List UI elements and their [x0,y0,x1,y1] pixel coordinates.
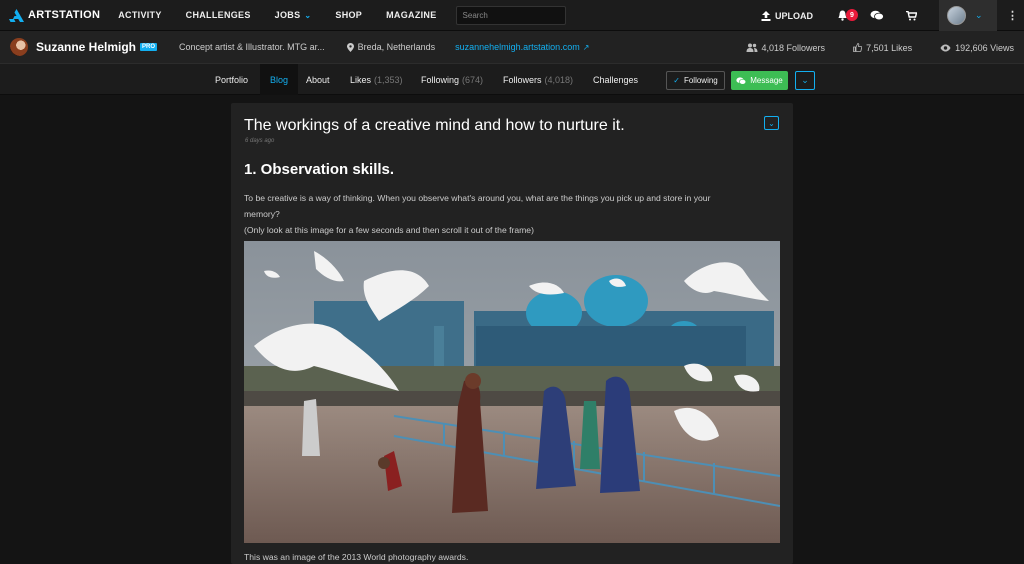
user-menu-button[interactable]: ⌄ [939,0,997,31]
chevron-down-icon: ⌄ [975,10,983,20]
photo-caption: This was an image of the 2013 World phot… [244,552,469,562]
tab-count: (4,018) [544,74,574,85]
nav-jobs[interactable]: JOBS ⌄ [275,10,312,20]
chevron-down-icon: ⌄ [304,10,312,20]
notification-badge: 9 [846,9,858,21]
post-photo[interactable] [244,241,780,543]
upload-button[interactable]: UPLOAD [761,10,813,21]
profile-website-link[interactable]: suzannehelmigh.artstation.com ↗ [455,42,589,52]
likes-count: 7,501 Likes [866,42,913,53]
cart-icon [906,10,917,20]
tab-following[interactable]: Following (674) [421,64,483,95]
search-placeholder: Search [462,10,488,20]
paragraph-line: memory? [244,209,280,219]
external-link-icon: ↗ [582,42,590,52]
website-text: suzannehelmigh.artstation.com [455,42,580,52]
views-count: 192,606 Views [955,42,1014,53]
more-vertical-icon[interactable]: ⋮ [1007,9,1018,22]
photo-illustration [244,241,780,543]
tab-challenges[interactable]: Challenges [593,64,638,95]
tab-label: Likes [350,74,372,85]
tab-likes[interactable]: Likes (1,353) [350,64,403,95]
artstation-logo[interactable]: ARTSTATION [9,8,101,22]
paragraph-line: (Only look at this image for a few secon… [244,225,534,235]
location-text: Breda, Netherlands [357,42,436,52]
logo-text: ARTSTATION [28,9,101,21]
tab-label: Followers [503,74,542,85]
followers-count: 4,018 Followers [761,42,826,53]
notifications-button[interactable]: 9 [837,9,858,21]
following-label: Following [683,76,718,85]
chevron-down-icon: ⌄ [801,75,809,85]
likes-stat: 7,501 Likes [853,43,912,53]
tab-portfolio[interactable]: Portfolio [215,64,248,95]
post-options-button[interactable]: ⌄ [764,116,779,130]
chevron-down-icon: ⌄ [768,118,775,128]
paragraph-line: To be creative is a way of thinking. Whe… [244,193,711,203]
message-label: Message [750,76,783,85]
tab-label: Challenges [593,74,639,85]
tab-count: (1,353) [374,74,403,85]
tab-about[interactable]: About [306,64,330,95]
post-paragraph: To be creative is a way of thinking. Whe… [244,190,784,238]
profile-avatar[interactable] [10,38,28,56]
chat-icon [736,76,747,85]
nav-challenges[interactable]: CHALLENGES [186,10,251,20]
upload-icon [761,10,771,21]
avatar [947,6,966,25]
profile-name[interactable]: Suzanne Helmigh [36,40,136,54]
cart-button[interactable] [906,10,917,21]
thumbs-up-icon [853,43,863,52]
followers-stat: 4,018 Followers [746,42,826,53]
message-button[interactable]: Message [731,71,788,90]
artstation-logo-icon [9,8,24,22]
pro-badge: PRO [140,43,158,51]
search-input[interactable]: Search [455,5,566,25]
nav-magazine[interactable]: MAGAZINE [386,10,436,20]
upload-label: UPLOAD [775,10,813,21]
tab-count: (674) [462,74,484,85]
profile-tabs: Portfolio Blog About Likes (1,353) Follow… [0,64,1024,95]
map-pin-icon [346,42,354,52]
tab-label: About [306,74,330,85]
following-button[interactable]: ✓ Following [666,71,725,90]
nav-shop[interactable]: SHOP [335,10,362,20]
check-icon: ✓ [673,76,680,85]
tab-label: Portfolio [215,74,249,85]
chat-icon [870,10,884,21]
tab-followers[interactable]: Followers (4,018) [503,64,573,95]
blog-post-card: The workings of a creative mind and how … [231,103,793,564]
users-icon [746,43,758,52]
views-stat: 192,606 Views [940,43,1014,53]
profile-more-button[interactable]: ⌄ [795,71,815,90]
profile-bar: Suzanne Helmigh PRO Concept artist & Ill… [0,31,1024,64]
post-title[interactable]: The workings of a creative mind and how … [244,117,625,135]
top-navigation: ARTSTATION ACTIVITY CHALLENGES JOBS ⌄ SHO… [0,0,1024,31]
messages-button[interactable] [870,10,884,21]
profile-location: Breda, Netherlands [346,42,436,52]
tab-label: Blog [270,74,289,85]
post-date: 6 days ago [245,138,275,144]
eye-icon [940,44,951,51]
nav-activity[interactable]: ACTIVITY [118,10,161,20]
section-heading: 1. Observation skills. [244,161,395,178]
tab-label: Following [421,74,460,85]
profile-headline: Concept artist & Illustrator. MTG ar... [179,42,325,52]
tab-blog[interactable]: Blog [260,64,299,95]
nav-jobs-label: JOBS [274,10,301,20]
